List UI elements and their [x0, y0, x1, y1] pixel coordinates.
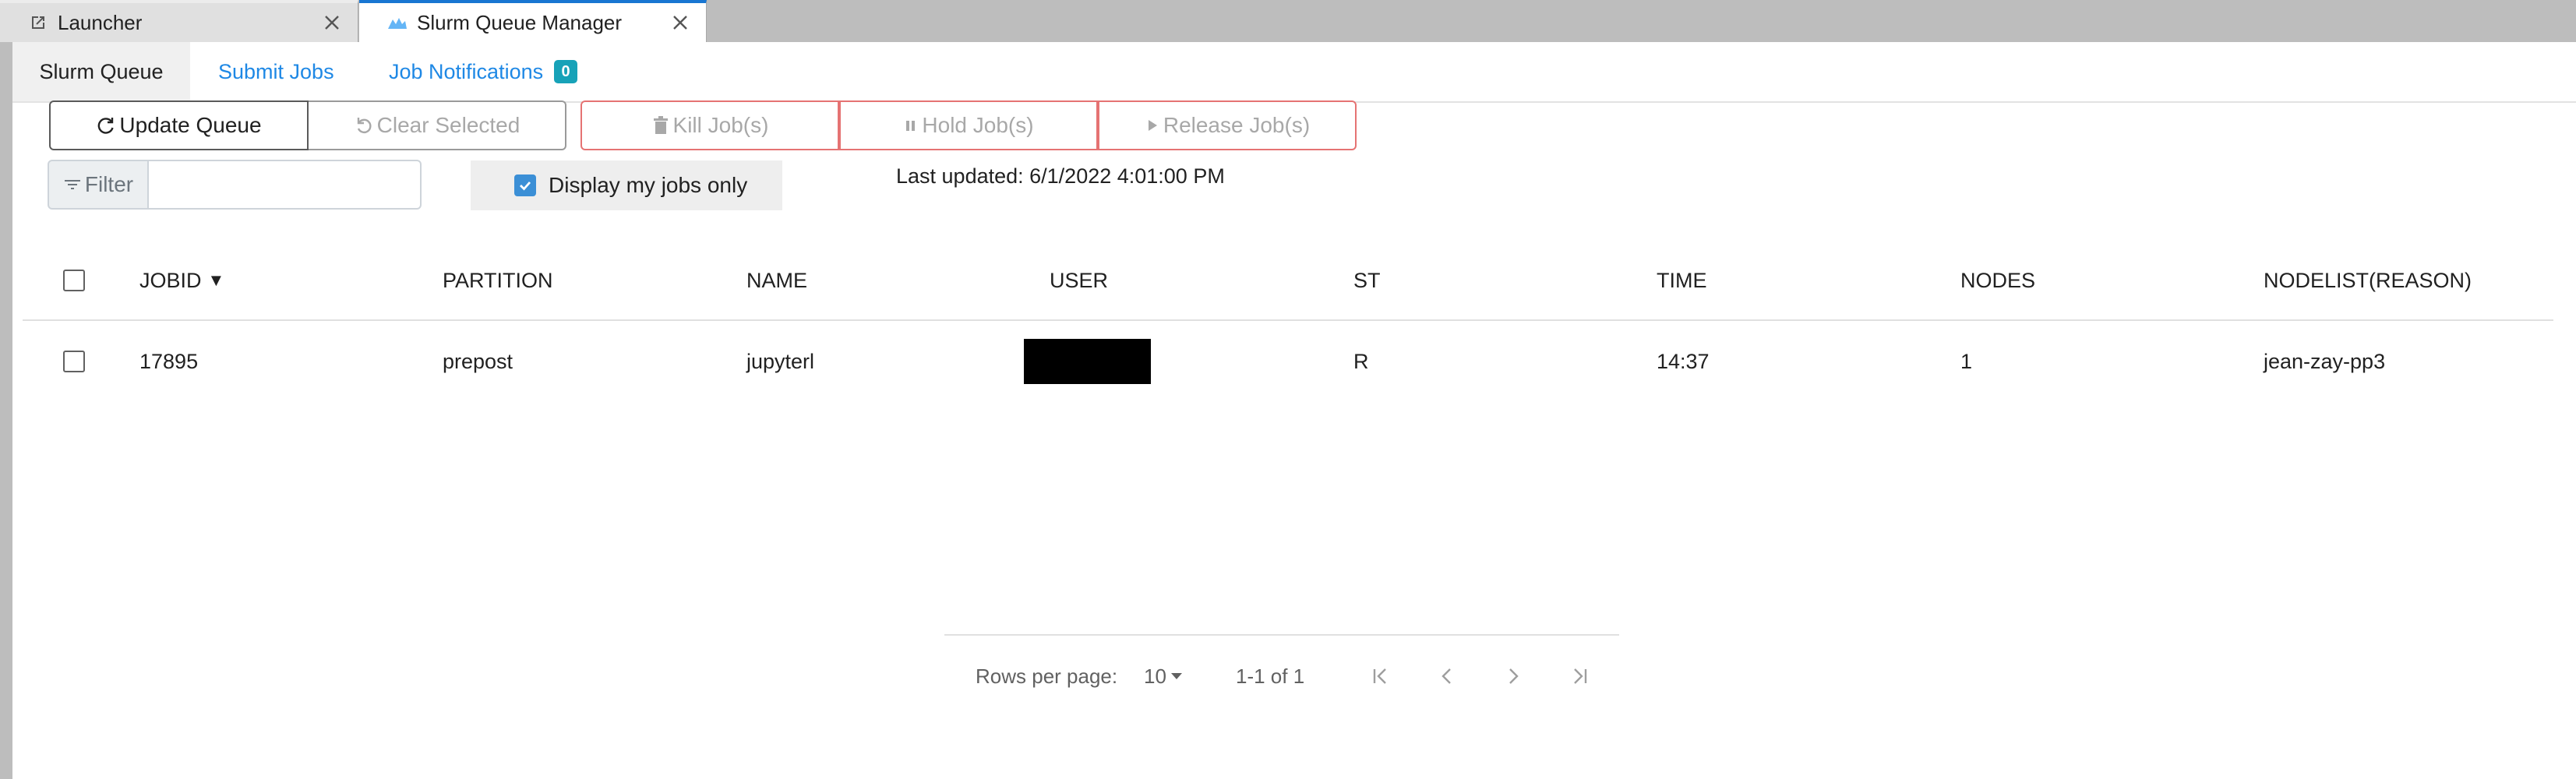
subtab-slurm-queue[interactable]: Slurm Queue	[12, 42, 190, 101]
header-nodes[interactable]: NODES	[1960, 241, 2035, 319]
last-updated-text: Last updated: 6/1/2022 4:01:00 PM	[896, 164, 1225, 188]
header-jobid[interactable]: JOBID ▼	[139, 241, 224, 319]
header-nodelist[interactable]: NODELIST(REASON)	[2264, 241, 2472, 319]
play-icon	[1145, 117, 1160, 134]
sort-desc-icon: ▼	[207, 270, 225, 290]
button-label: Release Job(s)	[1163, 113, 1311, 137]
button-label: Update Queue	[119, 113, 262, 137]
cell-name: jupyterl	[746, 349, 815, 373]
cell-st: R	[1353, 349, 1369, 373]
tab-label: Launcher	[58, 10, 143, 34]
select-all-checkbox[interactable]	[63, 270, 85, 291]
subtab-label: Slurm Queue	[39, 59, 164, 83]
header-label: PARTITION	[443, 268, 553, 292]
cell-user	[1024, 321, 1151, 402]
row-checkbox[interactable]	[63, 351, 85, 372]
last-page-icon[interactable]	[1564, 636, 1595, 717]
next-page-icon[interactable]	[1498, 636, 1529, 717]
header-label: NAME	[746, 268, 808, 292]
rows-per-page-value: 10	[1144, 664, 1166, 688]
cell-nodes: 1	[1960, 349, 1973, 373]
button-label: Clear Selected	[376, 113, 520, 137]
subtab-label: Submit Jobs	[218, 59, 334, 83]
update-queue-button[interactable]: Update Queue	[49, 100, 309, 150]
tab-slurm-queue-manager[interactable]: Slurm Queue Manager	[359, 0, 707, 42]
button-label: Kill Job(s)	[672, 113, 769, 137]
header-label: USER	[1050, 268, 1109, 292]
notification-count-badge: 0	[554, 60, 578, 83]
subtab-submit-jobs[interactable]: Submit Jobs	[218, 42, 334, 101]
cell-time: 14:37	[1657, 349, 1710, 373]
redacted-user-block	[1024, 339, 1151, 384]
filter-label-text: Filter	[84, 172, 134, 196]
header-st[interactable]: ST	[1353, 241, 1381, 319]
display-my-jobs-label: Display my jobs only	[549, 173, 748, 197]
select-all-checkbox-cell	[63, 241, 85, 319]
tab-bar: Launcher Slurm Queue Manager	[0, 0, 2576, 42]
subtab-job-notifications[interactable]: Job Notifications 0	[389, 42, 578, 101]
close-icon[interactable]	[669, 11, 692, 34]
release-jobs-button[interactable]: Release Job(s)	[1098, 100, 1357, 150]
header-time[interactable]: TIME	[1657, 241, 1707, 319]
header-partition[interactable]: PARTITION	[443, 241, 553, 319]
tab-launcher[interactable]: Launcher	[0, 0, 358, 42]
pause-icon	[903, 117, 919, 134]
rows-per-page-select[interactable]: 10	[1144, 636, 1184, 717]
header-name[interactable]: NAME	[746, 241, 807, 319]
header-label: ST	[1353, 268, 1381, 292]
previous-page-icon[interactable]	[1431, 636, 1463, 717]
table-header: JOBID ▼ PARTITION NAME USER ST TIME NODE…	[23, 241, 2553, 321]
display-my-jobs-toggle[interactable]: Display my jobs only	[471, 160, 782, 210]
caret-down-icon	[1170, 671, 1184, 681]
tab-label: Slurm Queue Manager	[417, 10, 623, 34]
pagination: Rows per page: 10 1-1 of 1	[944, 634, 1619, 737]
kill-jobs-button[interactable]: Kill Job(s)	[580, 100, 839, 150]
header-user[interactable]: USER	[1050, 241, 1108, 319]
header-label: NODELIST(REASON)	[2264, 268, 2472, 292]
filter-label: Filter	[48, 160, 149, 210]
subtab-label: Job Notifications	[389, 59, 544, 83]
cell-nodelist: jean-zay-pp3	[2264, 349, 2386, 373]
checkbox-checked-icon[interactable]	[514, 174, 536, 196]
cell-jobid: 17895	[139, 349, 199, 373]
launch-icon	[26, 11, 50, 34]
trash-icon	[651, 115, 670, 136]
sub-navigation: Slurm Queue Submit Jobs Job Notification…	[12, 42, 2576, 103]
header-label: NODES	[1960, 268, 2036, 292]
row-checkbox-cell	[63, 321, 85, 402]
header-label: JOBID	[139, 268, 202, 292]
hold-jobs-button[interactable]: Hold Job(s)	[839, 100, 1098, 150]
header-label: TIME	[1657, 268, 1707, 292]
first-page-icon[interactable]	[1365, 636, 1396, 717]
button-label: Hold Job(s)	[922, 113, 1034, 137]
page-range: 1-1 of 1	[1236, 664, 1305, 688]
refresh-icon	[96, 115, 116, 136]
rows-per-page-label: Rows per page:	[976, 664, 1118, 688]
filter-input[interactable]	[149, 160, 422, 210]
slurm-icon	[386, 11, 409, 34]
table-row[interactable]: 17895 prepost jupyterl R 14:37 1 jean-za…	[23, 321, 2553, 402]
filter-icon	[63, 177, 82, 192]
clear-selected-button[interactable]: Clear Selected	[309, 100, 566, 150]
undo-icon	[354, 115, 374, 136]
close-icon[interactable]	[320, 11, 344, 34]
cell-partition: prepost	[443, 349, 513, 373]
